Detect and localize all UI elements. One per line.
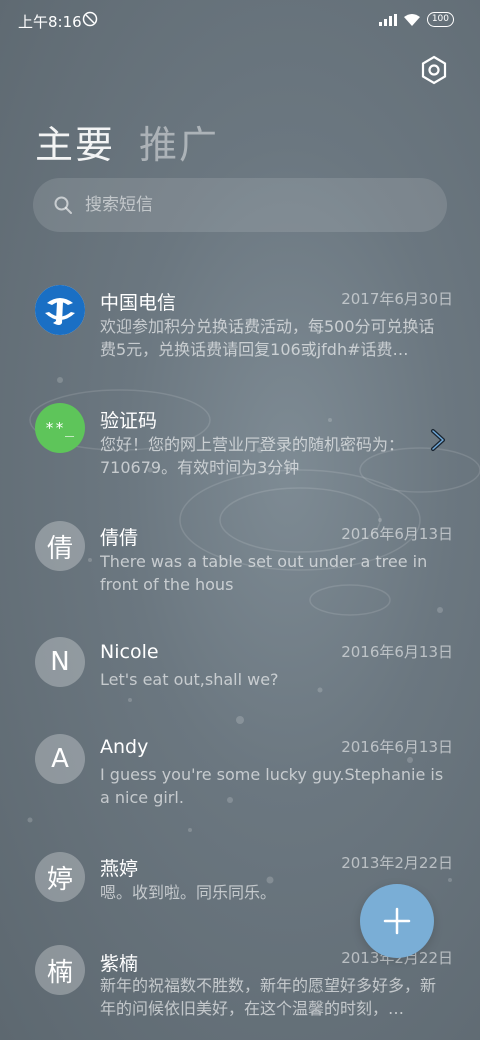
status-icons: 100 [378, 12, 454, 27]
contact-name: Nicole [100, 641, 159, 663]
contact-name: 中国电信 [100, 292, 177, 314]
settings-gear-icon[interactable] [418, 54, 450, 86]
status-time: 上午8:16 [18, 13, 82, 31]
contact-name: 验证码 [100, 410, 158, 432]
wifi-icon [403, 13, 420, 26]
search-icon [54, 196, 72, 214]
message-preview: Let's eat out,shall we? [100, 670, 279, 689]
message-preview: 您好！您的网上营业厅登录的随机密码为：710679。有效时间为3分钟 [100, 435, 405, 477]
conversation-item[interactable]: **_ 验证码 您好！您的网上营业厅登录的随机密码为：710679。有效时间为3… [0, 398, 480, 510]
verification-code-avatar: **_ [35, 403, 85, 453]
message-date: 2013年2月22日 [341, 854, 453, 872]
new-message-button[interactable] [360, 884, 434, 958]
message-date: 2016年6月13日 [341, 525, 453, 543]
message-preview: 新年的祝福数不胜数，新年的愿望好多好多，新年的问候依旧美好，在这个温馨的时刻，… [100, 976, 437, 1018]
message-date: 2017年6月30日 [341, 290, 453, 308]
china-telecom-logo-icon [35, 285, 85, 335]
contact-avatar: A [35, 734, 85, 784]
plus-icon [383, 907, 411, 935]
tab-promotions[interactable]: 推广 [139, 114, 219, 169]
contact-name: 紫楠 [100, 953, 139, 975]
conversation-item[interactable]: 倩 倩倩 2016年6月13日 There was a table set ou… [0, 517, 480, 629]
search-input[interactable] [83, 194, 407, 216]
contact-avatar: 楠 [35, 945, 85, 995]
tab-main[interactable]: 主要 [35, 114, 115, 169]
message-date: 2016年6月13日 [341, 738, 453, 756]
message-date: 2016年6月13日 [341, 643, 453, 661]
message-preview: 欢迎参加积分兑换话费活动，每500分可兑换话费5元，兑换话费请回复106或jfd… [100, 317, 435, 359]
contact-avatar: 婷 [35, 852, 85, 902]
tab-bar: 主要 推广 [35, 114, 219, 169]
contact-name: Andy [100, 736, 149, 758]
conversation-item[interactable]: 楠 紫楠 2013年2月22日 新年的祝福数不胜数，新年的愿望好多好多，新年的问… [0, 943, 480, 1040]
search-bar[interactable] [33, 178, 447, 232]
contact-avatar: 倩 [35, 521, 85, 571]
battery-indicator: 100 [426, 12, 454, 27]
do-not-disturb-icon [82, 11, 98, 27]
contact-avatar: N [35, 637, 85, 687]
conversation-item[interactable]: A Andy 2016年6月13日 I guess you're some lu… [0, 730, 480, 842]
telecom-logo-icon [35, 285, 85, 335]
message-preview: I guess you're some lucky guy.Stephanie … [100, 765, 444, 807]
chevron-right-icon[interactable] [428, 428, 448, 452]
status-bar: 上午8:16 100 [0, 0, 480, 40]
contact-name: 倩倩 [100, 527, 139, 549]
message-preview: There was a table set out under a tree i… [100, 552, 428, 594]
contact-name: 燕婷 [100, 858, 139, 880]
signal-icon [378, 13, 397, 26]
conversation-item[interactable]: 中国电信 2017年6月30日 欢迎参加积分兑换话费活动，每500分可兑换话费5… [0, 280, 480, 392]
